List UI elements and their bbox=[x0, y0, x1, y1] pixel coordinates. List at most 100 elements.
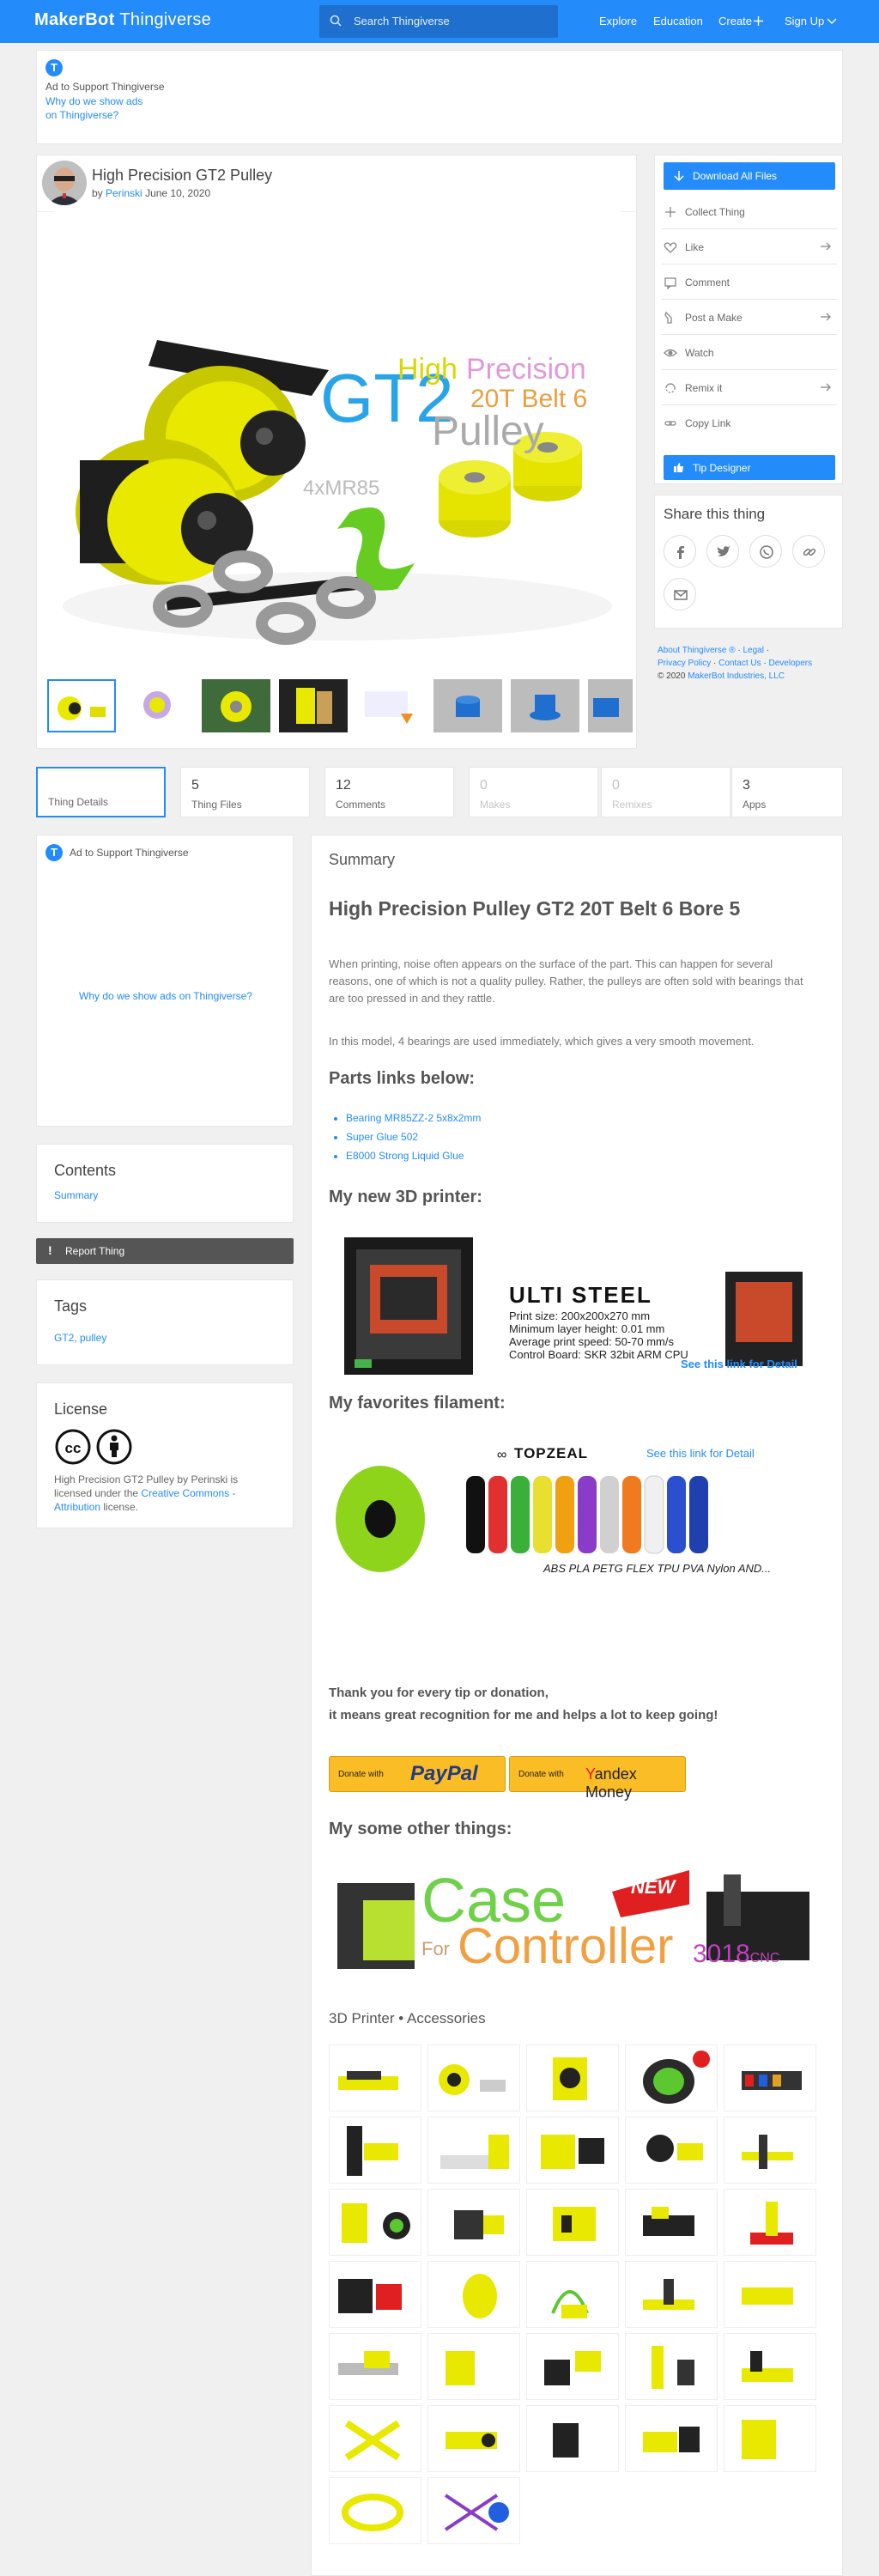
report-thing-button[interactable]: ! Report Thing bbox=[36, 1238, 294, 1264]
link-icon bbox=[803, 548, 816, 556]
accessory-thumbnail[interactable] bbox=[724, 2044, 816, 2111]
author-avatar[interactable] bbox=[42, 161, 87, 205]
accessory-thumbnail[interactable] bbox=[329, 2189, 421, 2256]
tab-thing-files[interactable]: 5 Thing Files bbox=[180, 767, 310, 817]
thumbnail[interactable] bbox=[588, 679, 633, 732]
nav-sign-up[interactable]: Sign Up bbox=[785, 15, 824, 27]
accessory-thumbnail[interactable] bbox=[526, 2405, 619, 2472]
accessory-thumbnail[interactable] bbox=[427, 2477, 520, 2544]
accessory-thumbnail[interactable] bbox=[329, 2477, 421, 2544]
accessory-thumbnail[interactable] bbox=[329, 2333, 421, 2400]
thumbnail[interactable] bbox=[47, 679, 116, 732]
about-link[interactable]: About Thingiverse ® bbox=[658, 646, 736, 655]
whatsapp-share-button[interactable] bbox=[749, 535, 782, 568]
accessory-thumbnail[interactable] bbox=[625, 2189, 718, 2256]
accessory-thumbnail[interactable] bbox=[625, 2405, 718, 2472]
accessory-thumbnail[interactable] bbox=[724, 2117, 816, 2184]
privacy-link[interactable]: Privacy Policy bbox=[658, 659, 711, 668]
collect-thing-button[interactable]: Collect Thing bbox=[662, 195, 837, 229]
copy-link-button[interactable]: Copy Link bbox=[662, 406, 837, 440]
accessory-thumbnail[interactable] bbox=[625, 2333, 718, 2400]
thing-main-image[interactable]: GT2 High Precision 20T Belt 6 Pulley 4xM… bbox=[54, 211, 621, 658]
accessory-thumbnail[interactable] bbox=[526, 2117, 619, 2184]
printer-banner-image[interactable]: ULTI STEEL Print size: 200x200x270 mm Mi… bbox=[329, 1230, 818, 1385]
accessory-thumbnail[interactable] bbox=[724, 2405, 816, 2472]
tab-remixes[interactable]: 0 Remixes bbox=[601, 767, 730, 817]
nav-explore[interactable]: Explore bbox=[599, 15, 637, 27]
twitter-share-button[interactable] bbox=[706, 535, 739, 568]
thumbs-up-icon bbox=[674, 463, 683, 472]
thumbnail[interactable] bbox=[433, 679, 502, 732]
nav-create[interactable]: Create bbox=[718, 15, 752, 27]
ad-banner: T Ad to Support Thingiverse Why do we sh… bbox=[36, 50, 843, 144]
printer-detail-link[interactable]: See this link for Detail bbox=[681, 1358, 797, 1370]
author-link[interactable]: Perinski bbox=[106, 187, 142, 199]
donate-yandex-button[interactable]: Donate with Yandex Money bbox=[509, 1756, 686, 1801]
paypal-logo: PayPal bbox=[410, 1762, 478, 1785]
like-button[interactable]: Like bbox=[662, 230, 837, 264]
remix-button[interactable]: Remix it bbox=[662, 371, 837, 405]
developers-link[interactable]: Developers bbox=[769, 659, 813, 668]
accessory-thumbnail[interactable] bbox=[427, 2189, 520, 2256]
license-title: License bbox=[54, 1400, 108, 1418]
part-link[interactable]: Bearing MR85ZZ-2 5x8x2mm bbox=[346, 1112, 481, 1124]
thing-date: June 10, 2020 bbox=[145, 187, 211, 199]
accessory-thumbnail[interactable] bbox=[625, 2261, 718, 2328]
tab-comments[interactable]: 12 Comments bbox=[324, 767, 454, 817]
accessory-thumbnail[interactable] bbox=[724, 2333, 816, 2400]
comment-button[interactable]: Comment bbox=[662, 265, 837, 300]
legal-link[interactable]: Legal bbox=[743, 646, 763, 655]
contents-summary-link[interactable]: Summary bbox=[54, 1189, 98, 1201]
accessory-thumbnail[interactable] bbox=[427, 2261, 520, 2328]
why-ads-link-line1[interactable]: Why do we show ads bbox=[45, 95, 142, 107]
thumbnail[interactable] bbox=[511, 679, 579, 732]
nav-education[interactable]: Education bbox=[653, 15, 703, 27]
watch-button[interactable]: Watch bbox=[662, 336, 837, 370]
tab-apps[interactable]: 3 Apps bbox=[731, 767, 843, 817]
facebook-share-button[interactable] bbox=[664, 535, 696, 568]
donate-paypal-button[interactable]: Donate with PayPal bbox=[329, 1756, 506, 1792]
filament-detail-link[interactable]: See this link for Detail bbox=[646, 1447, 755, 1460]
accessory-thumbnail[interactable] bbox=[526, 2261, 619, 2328]
tab-makes[interactable]: 0 Makes bbox=[469, 767, 598, 817]
accessory-thumbnail[interactable] bbox=[625, 2044, 718, 2111]
thingiverse-logo[interactable]: MakerBot Thingiverse bbox=[34, 10, 211, 30]
thumbnail[interactable] bbox=[279, 679, 348, 732]
why-ads-link-line2[interactable]: on Thingiverse? bbox=[45, 109, 118, 121]
accessory-thumbnail[interactable] bbox=[526, 2189, 619, 2256]
part-link[interactable]: E8000 Strong Liquid Glue bbox=[346, 1150, 464, 1162]
post-a-make-button[interactable]: Post a Make bbox=[662, 301, 837, 335]
company-link[interactable]: MakerBot Industries, LLC bbox=[688, 671, 785, 681]
case-controller-banner[interactable]: Case For Controller NEW 3018CNC bbox=[329, 1857, 818, 1986]
email-share-button[interactable] bbox=[664, 578, 696, 611]
part-link[interactable]: Super Glue 502 bbox=[346, 1131, 418, 1143]
accessory-thumbnail[interactable] bbox=[526, 2044, 619, 2111]
tip-designer-button[interactable]: Tip Designer bbox=[664, 455, 835, 480]
accessory-thumbnail[interactable] bbox=[427, 2117, 520, 2184]
tab-thing-details[interactable]: Thing Details bbox=[36, 767, 166, 817]
accessory-thumbnail[interactable] bbox=[329, 2044, 421, 2111]
accessory-thumbnail[interactable] bbox=[427, 2405, 520, 2472]
tags-link[interactable]: GT2, pulley bbox=[54, 1332, 106, 1344]
accessory-thumbnail[interactable] bbox=[427, 2333, 520, 2400]
thumbnail[interactable] bbox=[202, 679, 270, 732]
download-all-files-button[interactable]: Download All Files bbox=[664, 162, 835, 190]
accessory-thumbnail[interactable] bbox=[329, 2261, 421, 2328]
accessory-thumbnail[interactable] bbox=[329, 2117, 421, 2184]
accessory-thumbnail[interactable] bbox=[724, 2189, 816, 2256]
thing-byline: by Perinski June 10, 2020 bbox=[92, 187, 210, 199]
accessory-thumbnail[interactable] bbox=[427, 2044, 520, 2111]
accessory-thumbnail[interactable] bbox=[526, 2333, 619, 2400]
action-label: Post a Make bbox=[685, 312, 743, 324]
copy-link-share-button[interactable] bbox=[792, 535, 825, 568]
accessory-thumbnail[interactable] bbox=[724, 2261, 816, 2328]
eye-icon bbox=[664, 349, 677, 357]
thumbnail[interactable] bbox=[356, 679, 425, 732]
accessory-thumbnail[interactable] bbox=[329, 2405, 421, 2472]
accessory-thumbnail[interactable] bbox=[625, 2117, 718, 2184]
contact-link[interactable]: Contact Us bbox=[718, 659, 761, 668]
filament-banner-image[interactable]: ∞ TOPZEAL See this link for Detail ABS P… bbox=[329, 1433, 818, 1588]
thumbnail[interactable] bbox=[124, 679, 193, 732]
why-ads-link[interactable]: Why do we show ads on Thingiverse? bbox=[37, 990, 294, 1002]
search-input[interactable]: Search Thingiverse bbox=[319, 5, 558, 38]
